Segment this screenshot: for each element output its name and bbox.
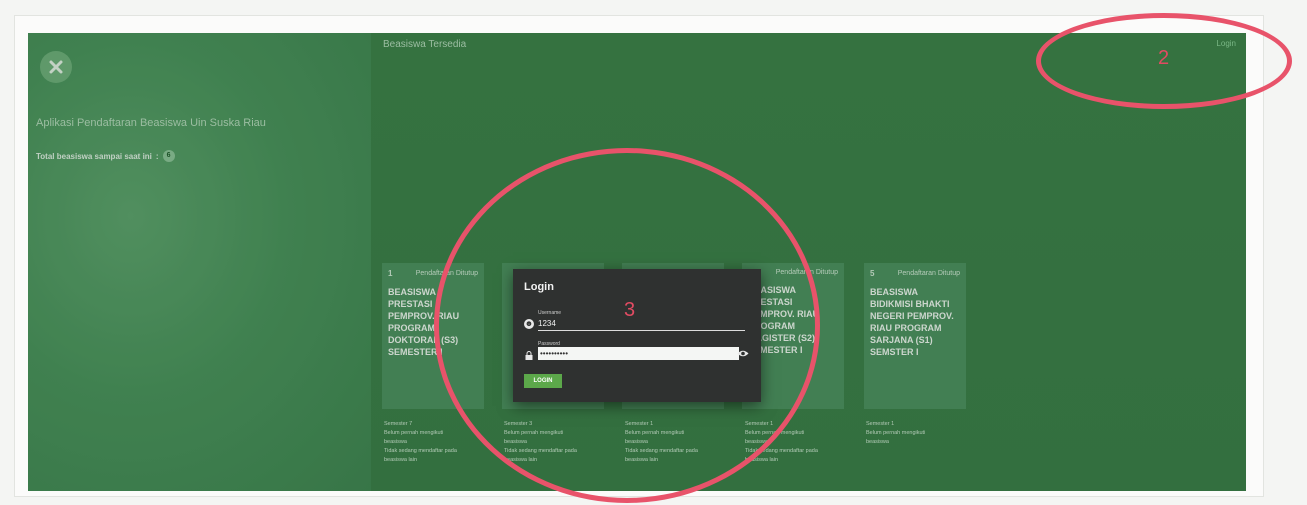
app-logo [40,51,72,83]
requirement-line: Belum pernah mengikuti [384,430,444,436]
app-title: Aplikasi Pendaftaran Beasiswa Uin Suska … [36,117,266,129]
card-requirements: Semester 1 Belum pernah mengikuti beasis… [866,420,966,447]
logo-icon [49,60,63,74]
card-number: 5 [870,269,875,278]
total-label: Total beasiswa sampai saat ini [36,151,152,161]
card-status: Pendaftaran Ditutup [897,270,960,277]
requirement-line: Semester 1 [866,421,895,427]
requirement-line: beasiswa [866,439,889,445]
requirement-line: beasiswa lain [384,457,418,463]
requirement-line: Tidak sedang mendaftar pada [384,448,457,454]
requirement-line: beasiswa [384,439,407,445]
total-scholarships: Total beasiswa sampai saat ini : 6 [36,150,175,162]
annotation-circle-3 [434,148,820,503]
section-title: Beasiswa Tersedia [383,39,467,50]
requirement-line: Belum pernah mengikuti [866,430,926,436]
annotation-marker-3: 3 [624,299,636,321]
scholarship-card[interactable]: 5 Pendaftaran Ditutup BEASISWA BIDIKMISI… [864,263,966,409]
requirement-line: beasiswa lain [745,457,779,463]
card-number: 1 [388,269,393,278]
card-title: BEASISWA BIDIKMISI BHAKTI NEGERI PEMPROV… [870,287,954,357]
total-count-badge: 6 [162,150,175,162]
left-panel: Aplikasi Pendaftaran Beasiswa Uin Suska … [28,33,371,491]
annotation-marker-2: 2 [1158,47,1170,69]
